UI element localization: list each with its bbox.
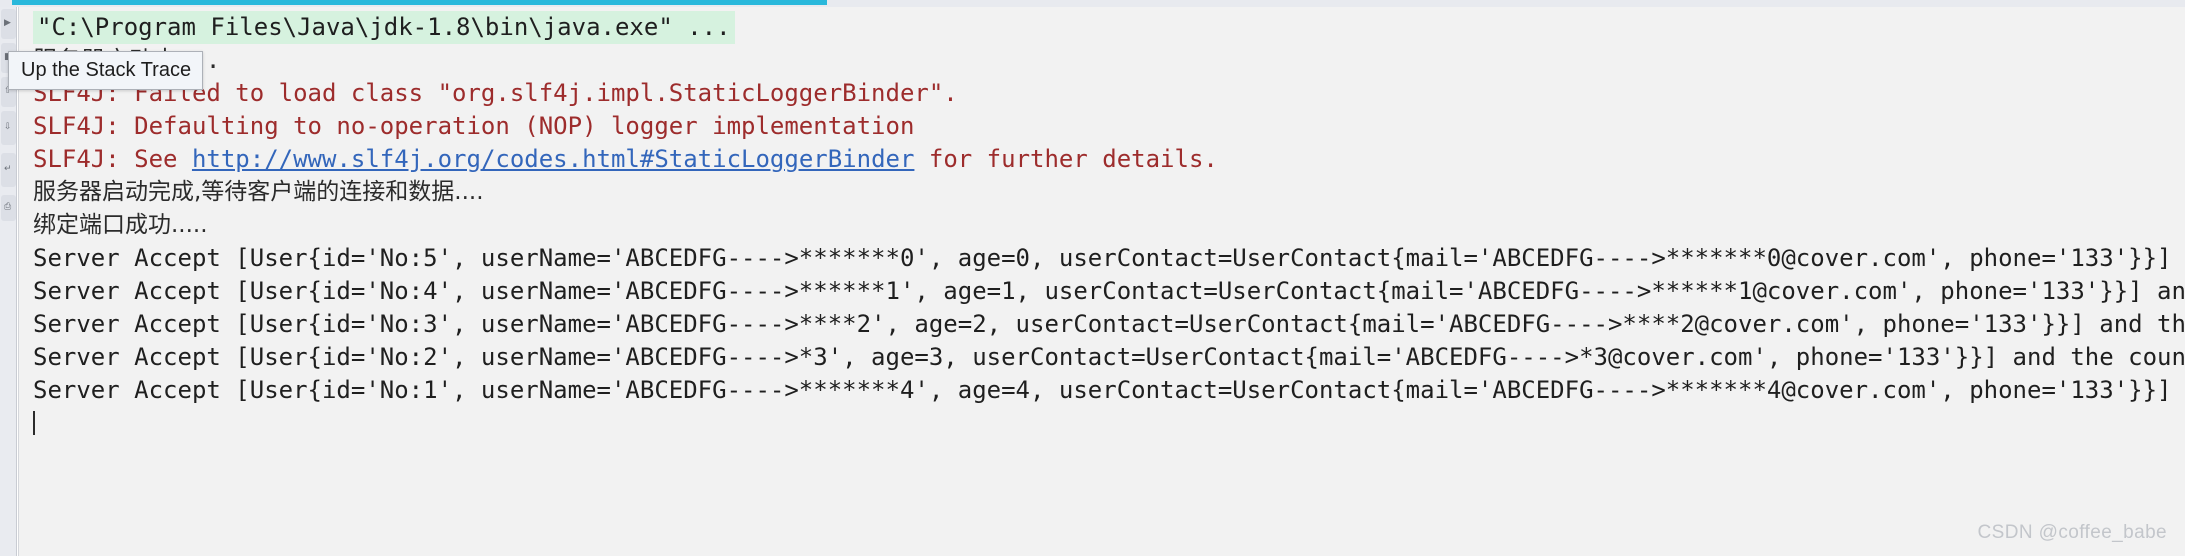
console-line: 服务器启动完成,等待客户端的连接和数据.... [19,176,2185,209]
console-line: SLF4J: See http://www.slf4j.org/codes.ht… [19,143,2185,176]
tooltip-label: Up the Stack Trace [21,59,192,81]
console-output: "C:\Program Files\Java\jdk-1.8\bin\java.… [19,7,2185,556]
console-line: 服务器启动中... [19,44,2185,77]
console-line: "C:\Program Files\Java\jdk-1.8\bin\java.… [19,11,2185,44]
console-line: SLF4J: Failed to load class "org.slf4j.i… [19,77,2185,110]
slf4j-docs-link[interactable]: http://www.slf4j.org/codes.html#StaticLo… [192,145,914,173]
console-line: SLF4J: Defaulting to no-operation (NOP) … [19,110,2185,143]
console-line-text: 服务器启动完成,等待客户端的连接和数据.... [33,179,484,205]
soft-wrap-button[interactable]: ↵ [1,153,16,187]
console-line-text: Server Accept [User{id='No:3', userName=… [33,310,2185,338]
top-progress-strip [0,0,2185,7]
console-line-text: Server Accept [User{id='No:2', userName=… [33,343,2185,371]
console-line-text: Server Accept [User{id='No:5', userName=… [33,244,2172,272]
console-line-text: 绑定端口成功..... [33,212,208,238]
tooltip-up-the-stack-trace: Up the Stack Trace [8,51,203,90]
console-line: Server Accept [User{id='No:3', userName=… [19,308,2185,341]
console-line-text: Server Accept [User{id='No:4', userName=… [33,277,2185,305]
print-button[interactable]: ⎙ [1,195,16,221]
console-line: Server Accept [User{id='No:5', userName=… [19,242,2185,275]
run-progress-bar [12,0,827,5]
console-line-text: Server Accept [User{id='No:1', userName=… [33,376,2172,404]
console-line-text: SLF4J: See [33,145,192,173]
console-line: 绑定端口成功..... [19,209,2185,242]
console-line [19,407,2185,440]
console-command-text: "C:\Program Files\Java\jdk-1.8\bin\java.… [33,11,735,44]
console-line: Server Accept [User{id='No:1', userName=… [19,374,2185,407]
text-caret [33,411,35,435]
rerun-button[interactable]: ▶ [1,9,16,39]
console-line: Server Accept [User{id='No:2', userName=… [19,341,2185,374]
down-the-stack-trace-icon: ⇩ [4,122,12,132]
soft-wrap-icon: ↵ [4,164,12,174]
rerun-icon: ▶ [4,18,11,28]
run-console-panel[interactable]: "C:\Program Files\Java\jdk-1.8\bin\java.… [18,7,2185,556]
console-line-text: for further details. [914,145,1218,173]
console-line-text: SLF4J: Defaulting to no-operation (NOP) … [33,112,915,140]
console-line: Server Accept [User{id='No:4', userName=… [19,275,2185,308]
down-the-stack-trace-button[interactable]: ⇩ [1,111,16,145]
watermark-label: CSDN @coffee_babe [1977,522,2167,543]
print-icon: ⎙ [4,202,12,212]
